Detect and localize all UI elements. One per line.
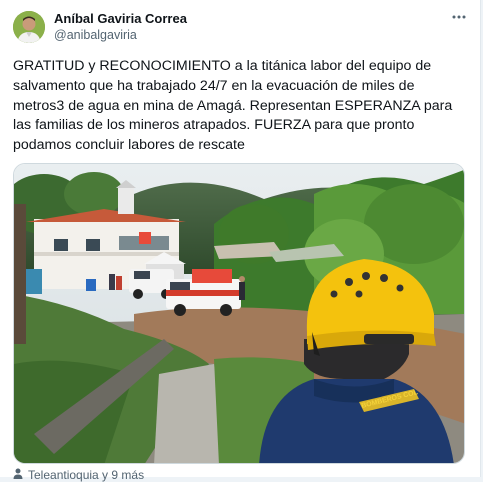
more-horizontal-icon — [452, 6, 466, 23]
author-name[interactable]: Aníbal Gaviria Correa — [54, 11, 187, 26]
tagged-users-label: Teleantioquia y 9 más — [28, 468, 145, 482]
tweet-card: Aníbal Gaviria Correa @anibalgaviria GRA… — [0, 0, 481, 482]
tagged-users[interactable]: Teleantioquia y 9 más — [13, 468, 144, 482]
avatar[interactable] — [13, 11, 45, 43]
person-icon — [13, 468, 23, 482]
tweet-photo[interactable]: BOMBEROS COL — [13, 163, 465, 464]
tweet-text: GRATITUD y RECONOCIMIENTO a la titánica … — [13, 58, 453, 154]
author-handle[interactable]: @anibalgaviria — [54, 28, 137, 42]
more-options-button[interactable] — [450, 10, 468, 24]
rescue-scene-image: BOMBEROS COL — [14, 164, 464, 463]
